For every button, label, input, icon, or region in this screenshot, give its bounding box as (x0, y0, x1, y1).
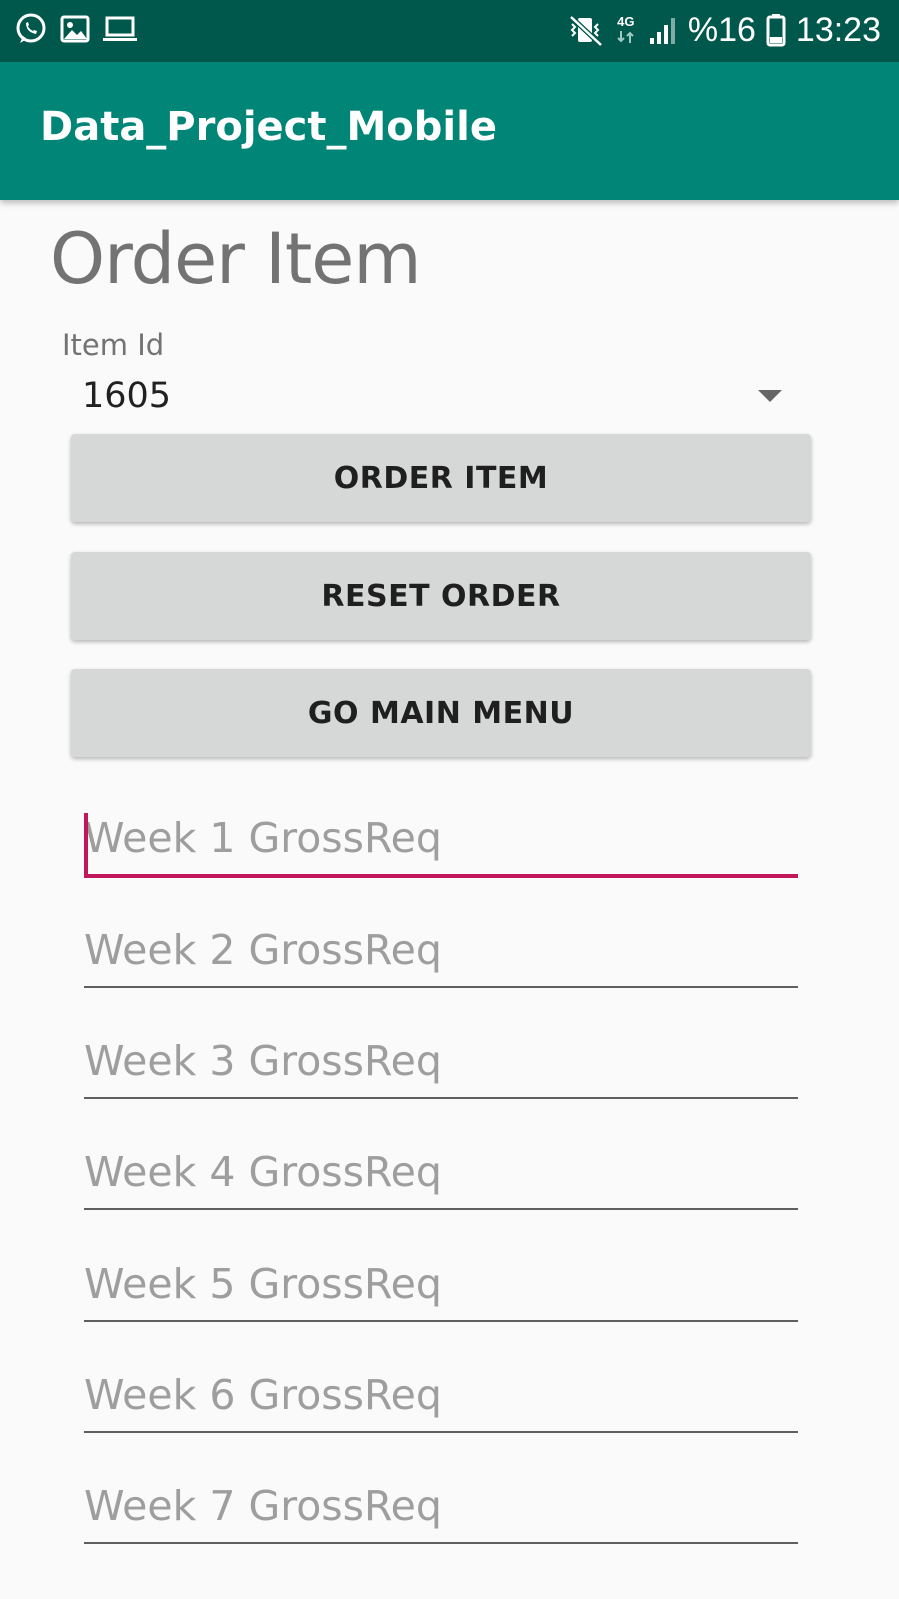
vibrate-icon (568, 12, 604, 48)
go-main-menu-button[interactable]: GO MAIN MENU (71, 669, 811, 757)
image-icon (60, 14, 90, 44)
dropdown-arrow-icon[interactable] (758, 390, 782, 402)
status-notification-icons (14, 12, 138, 46)
week-1-grossreq-placeholder: Week 1 GrossReq (84, 814, 442, 862)
week-2-grossreq-placeholder: Week 2 GrossReq (84, 926, 442, 974)
order-item-button[interactable]: ORDER ITEM (71, 434, 811, 522)
week-4-grossreq-field[interactable]: Week 4 GrossReq (84, 1148, 798, 1210)
week-2-grossreq-field[interactable]: Week 2 GrossReq (84, 926, 798, 988)
week-7-grossreq-field[interactable]: Week 7 GrossReq (84, 1482, 798, 1544)
network-type-label: 4G (617, 14, 635, 29)
week-6-grossreq-placeholder: Week 6 GrossReq (84, 1371, 442, 1419)
week-3-grossreq-placeholder: Week 3 GrossReq (84, 1037, 442, 1085)
status-bar: 4G %16 13:23 (0, 0, 899, 62)
item-id-spinner[interactable]: 1605 (62, 372, 796, 424)
week-7-grossreq-placeholder: Week 7 GrossReq (84, 1482, 442, 1530)
text-cursor (84, 813, 88, 875)
reset-order-button[interactable]: RESET ORDER (71, 552, 811, 640)
page-title: Order Item (50, 218, 422, 300)
whatsapp-icon (14, 12, 48, 46)
item-id-selected-value: 1605 (82, 376, 172, 416)
clock: 13:23 (795, 11, 881, 49)
battery-icon (766, 13, 786, 47)
status-system-icons: 4G %16 13:23 (568, 10, 881, 50)
week-4-grossreq-placeholder: Week 4 GrossReq (84, 1148, 442, 1196)
app-bar: Data_Project_Mobile (0, 62, 899, 200)
week-1-grossreq-field[interactable]: Week 1 GrossReq (84, 813, 798, 878)
laptop-icon (102, 14, 138, 44)
week-6-grossreq-field[interactable]: Week 6 GrossReq (84, 1371, 798, 1433)
week-5-grossreq-field[interactable]: Week 5 GrossReq (84, 1260, 798, 1322)
week-5-grossreq-placeholder: Week 5 GrossReq (84, 1260, 442, 1308)
item-id-label: Item Id (62, 328, 165, 362)
week-3-grossreq-field[interactable]: Week 3 GrossReq (84, 1037, 798, 1099)
battery-percent: %16 (687, 11, 756, 49)
signal-icon (648, 14, 678, 46)
network-4g-icon: 4G (614, 15, 638, 45)
app-title: Data_Project_Mobile (40, 104, 497, 150)
